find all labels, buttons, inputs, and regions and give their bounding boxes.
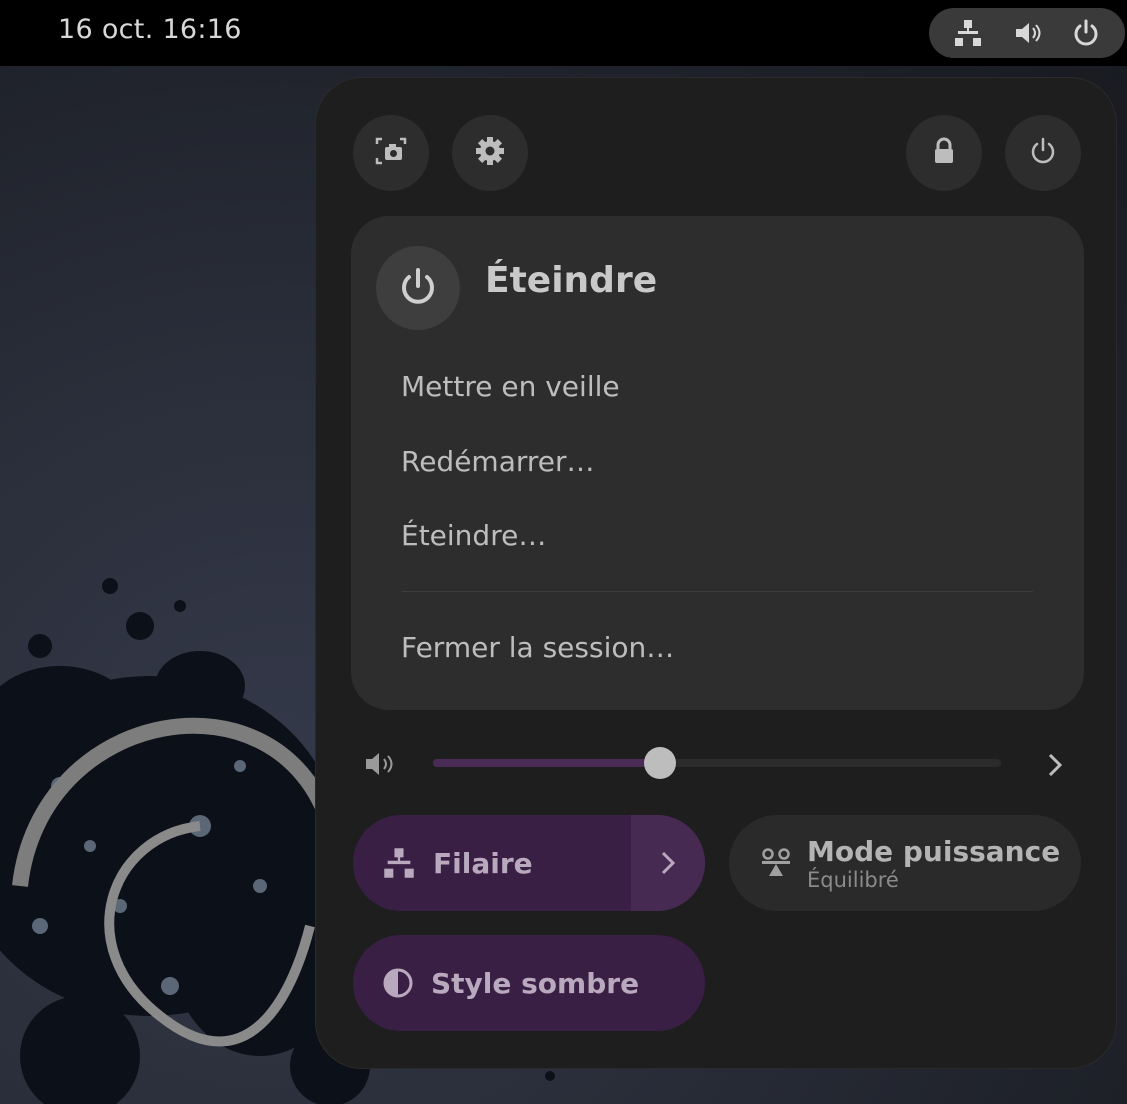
menu-item-log-out[interactable]: Fermer la session…: [401, 631, 674, 664]
power-icon: [402, 268, 434, 304]
power-icon: [1028, 136, 1058, 170]
network-wired-icon: [950, 15, 986, 51]
power-icon: [1068, 15, 1104, 51]
wired-network-menu-button[interactable]: [631, 815, 705, 911]
volume-icon[interactable]: [362, 748, 402, 780]
wired-toggle-label: Filaire: [433, 846, 533, 880]
wired-network-toggle[interactable]: Filaire: [353, 815, 705, 911]
power-profile-icon: [759, 846, 793, 880]
power-menu-header-icon: [376, 246, 460, 330]
lock-icon: [929, 136, 959, 170]
power-mode-text: Mode puissance Équilibré: [807, 835, 1060, 892]
dark-mode-icon: [381, 966, 415, 1000]
volume-output-expand-button[interactable]: [1040, 748, 1070, 782]
dark-style-label: Style sombre: [431, 966, 640, 1000]
volume-slider-fill: [433, 759, 661, 767]
volume-icon: [1009, 15, 1045, 51]
power-mode-label: Mode puissance: [807, 834, 1061, 868]
gear-icon: [473, 134, 507, 172]
power-menu-title: Éteindre: [485, 260, 658, 301]
system-status-menu[interactable]: [929, 8, 1125, 58]
volume-slider-handle[interactable]: [644, 747, 677, 779]
screenshot-button[interactable]: [353, 115, 429, 191]
settings-button[interactable]: [452, 115, 528, 191]
menu-separator: [402, 591, 1033, 592]
menu-item-power-off[interactable]: Éteindre…: [401, 519, 546, 552]
clock[interactable]: 16 oct. 16:16: [58, 14, 242, 45]
chevron-right-icon: [1048, 753, 1063, 777]
power-mode-subtitle: Équilibré: [807, 867, 899, 892]
top-bar: 16 oct. 16:16: [0, 0, 1127, 66]
menu-item-restart[interactable]: Redémarrer…: [401, 445, 595, 478]
lock-screen-button[interactable]: [906, 115, 982, 191]
volume-slider[interactable]: [433, 747, 1001, 779]
menu-item-suspend[interactable]: Mettre en veille: [401, 370, 620, 403]
power-menu-button[interactable]: [1005, 115, 1081, 191]
network-wired-icon: [381, 846, 417, 880]
chevron-right-icon: [661, 851, 676, 875]
power-mode-toggle[interactable]: Mode puissance Équilibré: [729, 815, 1081, 911]
dark-style-toggle[interactable]: Style sombre: [353, 935, 705, 1031]
quick-settings-panel: Éteindre Mettre en veille Redémarrer… Ét…: [316, 78, 1116, 1068]
screenshot-icon: [374, 134, 408, 172]
power-menu: Éteindre Mettre en veille Redémarrer… Ét…: [351, 216, 1084, 710]
